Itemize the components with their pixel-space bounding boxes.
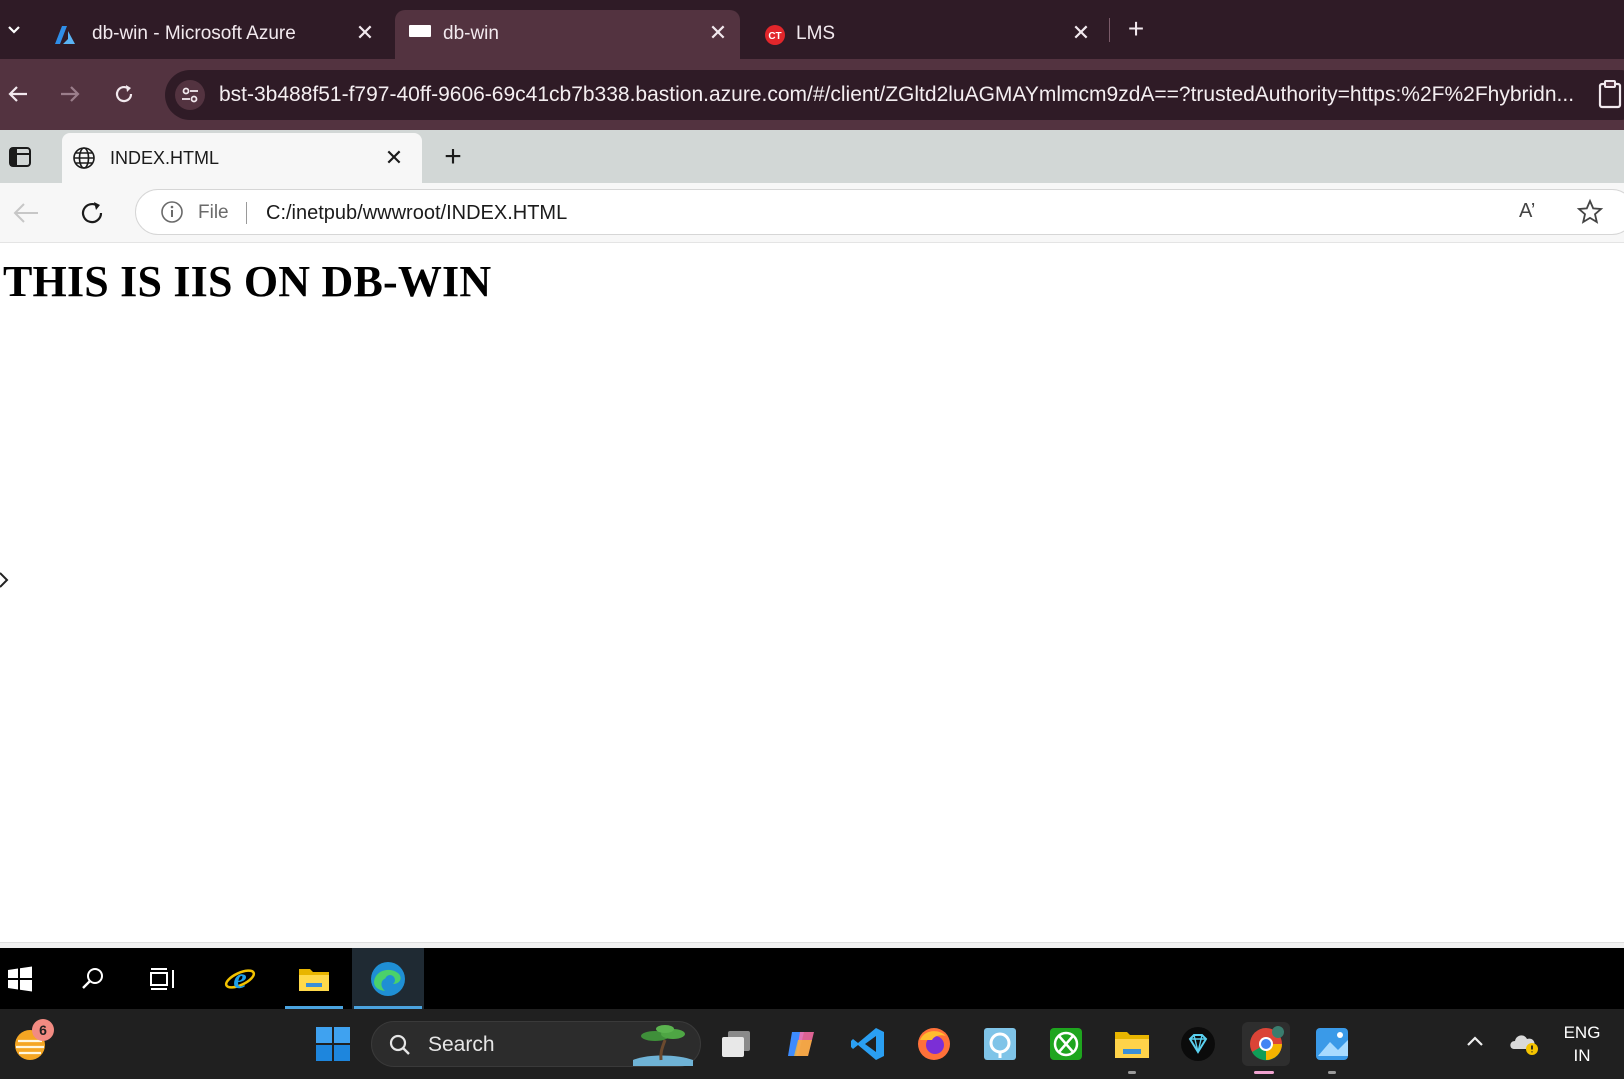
svg-text:e: e (233, 962, 246, 995)
site-info-icon[interactable] (175, 80, 205, 110)
search-icon[interactable] (58, 948, 128, 1009)
clipboard-icon[interactable] (1596, 79, 1624, 109)
diamond-app-icon[interactable] (1176, 1022, 1220, 1066)
language-indicator[interactable]: ENG IN (1560, 1021, 1604, 1067)
forward-icon[interactable] (52, 76, 88, 112)
back-icon[interactable] (0, 76, 36, 112)
new-tab-icon[interactable]: + (438, 140, 468, 173)
vscode-icon[interactable] (846, 1022, 890, 1066)
tab-actions-icon[interactable] (8, 146, 32, 168)
file-explorer-icon[interactable] (283, 948, 345, 1009)
file-explorer-icon[interactable] (1110, 1022, 1154, 1074)
xbox-icon[interactable] (1044, 1022, 1088, 1066)
address-url: bst-3b488f51-f797-40ff-9606-69c41cb7b338… (219, 83, 1575, 106)
scheme-label: File (198, 202, 229, 223)
outer-toolbar: bst-3b488f51-f797-40ff-9606-69c41cb7b338… (0, 59, 1624, 130)
tab-separator (1109, 18, 1110, 42)
close-tab-icon[interactable]: ✕ (352, 20, 378, 46)
start-icon[interactable] (311, 1022, 355, 1066)
remote-tab-index[interactable]: INDEX.HTML ✕ (62, 133, 422, 183)
remote-taskbar: e (0, 948, 1624, 1009)
running-indicator (1128, 1071, 1136, 1074)
tab-title: db-win - Microsoft Azure (92, 23, 296, 44)
search-box[interactable]: Search (371, 1021, 701, 1067)
page-content: THIS IS IIS ON DB-WIN (0, 244, 1624, 944)
reload-icon[interactable] (74, 195, 110, 231)
chrome-icon[interactable] (1242, 1022, 1290, 1074)
remote-tab-bar: INDEX.HTML ✕ + (0, 130, 1624, 183)
lms-logo-icon: CT (764, 24, 786, 46)
close-tab-icon[interactable]: ✕ (705, 20, 731, 46)
tab-azure[interactable]: db-win - Microsoft Azure ✕ (40, 10, 392, 59)
search-label: Search (428, 1033, 495, 1056)
tab-title: LMS (796, 23, 836, 44)
tab-title: db-win (443, 23, 499, 44)
remote-address-bar[interactable]: File C:/inetpub/wwwroot/INDEX.HTML A’ (135, 189, 1624, 235)
info-icon[interactable] (160, 200, 184, 224)
bastion-page-icon (409, 22, 431, 44)
svg-text:CT: CT (768, 31, 781, 42)
tab-search-dropdown-icon[interactable] (0, 12, 28, 48)
show-hidden-icons-icon[interactable] (1464, 1031, 1486, 1053)
address-bar[interactable]: bst-3b488f51-f797-40ff-9606-69c41cb7b338… (165, 70, 1624, 120)
close-tab-icon[interactable]: ✕ (1068, 20, 1094, 46)
active-indicator (1254, 1071, 1274, 1074)
search-icon (388, 1033, 412, 1057)
chevron-right-icon[interactable] (0, 570, 10, 590)
host-taskbar: 6 Search ENG IN (0, 1009, 1624, 1079)
photos-icon[interactable] (1310, 1022, 1354, 1074)
remote-app-icon[interactable] (978, 1022, 1022, 1066)
remote-toolbar: File C:/inetpub/wwwroot/INDEX.HTML A’ (0, 183, 1624, 243)
favorite-star-icon[interactable] (1576, 198, 1604, 226)
language-region: IN (1573, 1046, 1591, 1065)
onedrive-warning-icon[interactable] (1508, 1029, 1542, 1057)
language-code: ENG (1563, 1023, 1601, 1042)
new-tab-icon[interactable]: + (1121, 13, 1151, 44)
divider (246, 202, 247, 224)
task-view-icon[interactable] (128, 948, 198, 1009)
globe-icon (72, 146, 96, 170)
tab-title: INDEX.HTML (110, 148, 220, 168)
copilot-icon[interactable] (780, 1022, 824, 1066)
reload-icon[interactable] (106, 76, 142, 112)
read-aloud-icon[interactable]: A’ (1519, 200, 1535, 223)
page-heading: THIS IS IIS ON DB-WIN (3, 257, 492, 306)
notification-badge: 6 (32, 1019, 54, 1041)
edge-icon[interactable] (352, 948, 424, 1009)
back-icon[interactable] (8, 195, 44, 231)
start-icon[interactable] (0, 948, 40, 1009)
bonsai-tree-icon (627, 1024, 697, 1066)
weather-widget-icon[interactable]: 6 (10, 1019, 54, 1063)
firefox-icon[interactable] (912, 1022, 956, 1066)
outer-tab-bar: db-win - Microsoft Azure ✕ db-win ✕ CT L… (0, 0, 1624, 59)
tab-db-win[interactable]: db-win ✕ (395, 10, 740, 59)
running-indicator (1328, 1071, 1336, 1074)
task-view-icon[interactable] (714, 1022, 758, 1066)
tab-lms[interactable]: CT LMS ✕ (750, 10, 1095, 59)
close-tab-icon[interactable]: ✕ (382, 145, 406, 170)
address-path: C:/inetpub/wwwroot/INDEX.HTML (266, 202, 568, 224)
internet-explorer-icon[interactable]: e (205, 948, 275, 1009)
azure-logo-icon (54, 24, 76, 46)
